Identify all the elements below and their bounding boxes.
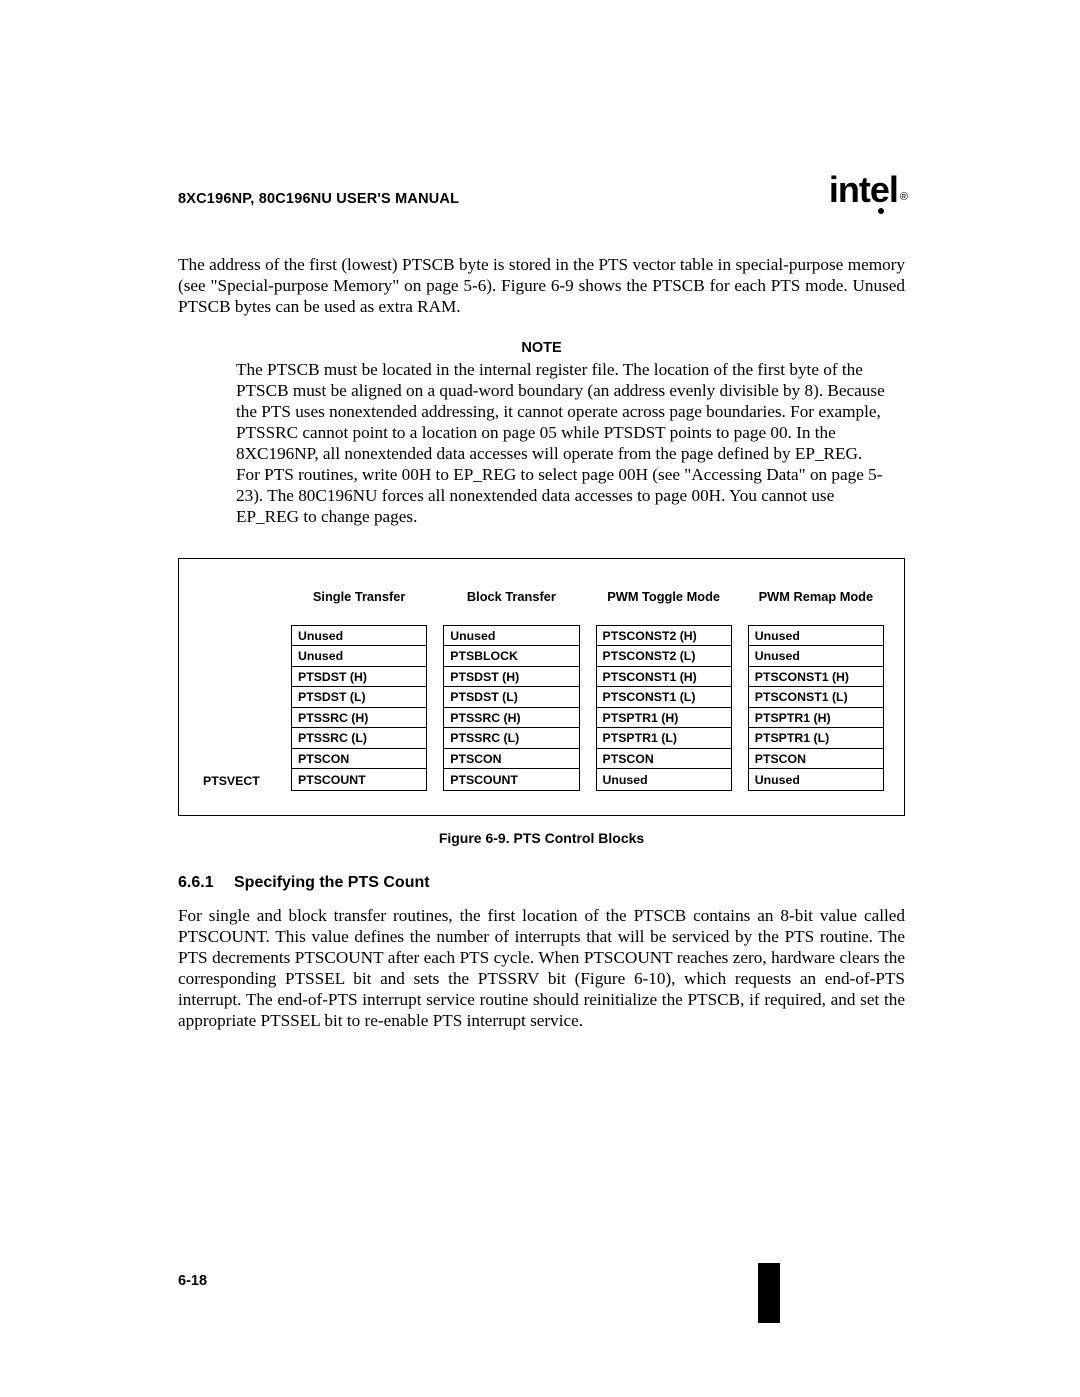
figure-col-header: PWM Remap Mode [748, 581, 884, 615]
figure-cell: Unused [444, 626, 578, 647]
figure-cell: PTSCON [292, 749, 426, 770]
figure-cell: PTSCON [749, 749, 883, 770]
subsection-number: 6.6.1 [178, 874, 234, 892]
figure-cell: Unused [749, 769, 883, 790]
subsection-title: Specifying the PTS Count [234, 874, 430, 891]
logo-text-int: int [829, 169, 870, 211]
figure-cell: PTSPTR1 (L) [597, 728, 731, 749]
figure-col-header: Block Transfer [443, 581, 579, 615]
figure-cell: Unused [597, 769, 731, 790]
figure-cell: PTSPTR1 (L) [749, 728, 883, 749]
note-body: The PTSCB must be located in the interna… [236, 360, 887, 528]
subsection-paragraph: For single and block transfer routines, … [178, 906, 905, 1032]
figure-cell: Unused [749, 626, 883, 647]
figure-cell: PTSCONST1 (H) [749, 667, 883, 688]
figure-cell: PTSCONST2 (H) [597, 626, 731, 647]
subsection-heading: 6.6.1Specifying the PTS Count [178, 874, 905, 892]
figure-cell: PTSCOUNT [444, 769, 578, 790]
logo-text-e: e [870, 169, 889, 211]
figure-cell: Unused [292, 626, 426, 647]
figure-cell: PTSSRC (L) [444, 728, 578, 749]
note-heading: NOTE [178, 340, 905, 356]
figure-caption: Figure 6-9. PTS Control Blocks [178, 830, 905, 846]
figure-col-pwm-toggle: PWM Toggle Mode PTSCONST2 (H) PTSCONST2 … [596, 581, 732, 791]
ptsvect-label: PTSVECT [203, 770, 291, 791]
manual-title: 8XC196NP, 80C196NU USER'S MANUAL [178, 191, 459, 207]
page-number: 6-18 [178, 1273, 207, 1289]
figure-col-single-transfer: Single Transfer Unused Unused PTSDST (H)… [291, 581, 427, 791]
figure-6-9: PTSVECT Single Transfer Unused Unused PT… [178, 558, 905, 816]
figure-cell: PTSSRC (H) [292, 708, 426, 729]
figure-col-header: PWM Toggle Mode [596, 581, 732, 615]
logo-text-l: l [889, 169, 898, 211]
figure-cell: PTSDST (L) [292, 687, 426, 708]
figure-cell: PTSPTR1 (H) [597, 708, 731, 729]
figure-col-block-transfer: Block Transfer Unused PTSBLOCK PTSDST (H… [443, 581, 579, 791]
logo-dot-icon [878, 208, 884, 214]
figure-row-label-column: PTSVECT [203, 583, 291, 791]
figure-cell: PTSCONST1 (H) [597, 667, 731, 688]
figure-cell: PTSDST (H) [292, 667, 426, 688]
figure-cell: PTSPTR1 (H) [749, 708, 883, 729]
figure-cell: PTSCONST2 (L) [597, 646, 731, 667]
figure-col-header: Single Transfer [291, 581, 427, 615]
intel-logo: intel® [829, 169, 905, 211]
figure-cell: PTSCON [597, 749, 731, 770]
figure-cell: PTSSRC (L) [292, 728, 426, 749]
page-content: 8XC196NP, 80C196NU USER'S MANUAL intel® … [0, 0, 1080, 1032]
figure-col-pwm-remap: PWM Remap Mode Unused Unused PTSCONST1 (… [748, 581, 884, 791]
figure-cell: Unused [292, 646, 426, 667]
page-header: 8XC196NP, 80C196NU USER'S MANUAL intel® [178, 165, 905, 207]
figure-cell: Unused [749, 646, 883, 667]
figure-cell: PTSCONST1 (L) [749, 687, 883, 708]
figure-cell: PTSBLOCK [444, 646, 578, 667]
edge-mark-icon [758, 1263, 780, 1323]
figure-cell: PTSCONST1 (L) [597, 687, 731, 708]
figure-cell: PTSDST (H) [444, 667, 578, 688]
figure-cell: PTSDST (L) [444, 687, 578, 708]
figure-columns: Single Transfer Unused Unused PTSDST (H)… [291, 581, 884, 791]
intro-paragraph: The address of the first (lowest) PTSCB … [178, 255, 905, 318]
logo-registered-icon: ® [900, 191, 907, 203]
figure-cell: PTSSRC (H) [444, 708, 578, 729]
figure-cell: PTSCOUNT [292, 769, 426, 790]
figure-cell: PTSCON [444, 749, 578, 770]
